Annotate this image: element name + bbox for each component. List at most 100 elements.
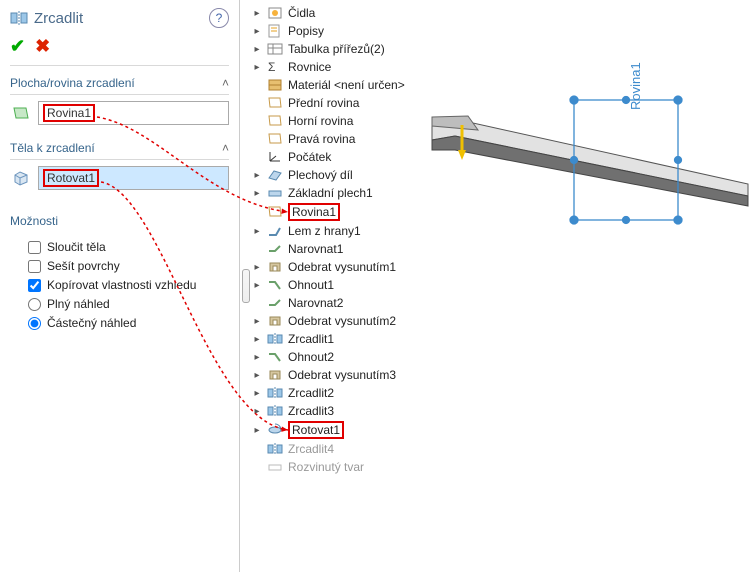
expand-icon[interactable]: ▸ [252, 44, 262, 55]
mirror-plane-value: Rovina1 [43, 104, 95, 122]
svg-text:Σ: Σ [268, 60, 275, 74]
tree-item[interactable]: ▸ Odebrat vysunutím3 [252, 366, 442, 384]
chevron-up-icon: ˄ [222, 76, 229, 90]
tree-item[interactable]: ▸ Σ Rovnice [252, 58, 442, 76]
tree-item[interactable]: ▸ Odebrat vysunutím1 [252, 258, 442, 276]
checkbox[interactable] [28, 279, 41, 292]
tree-item-label: Materiál <není určen> [288, 78, 405, 92]
merge-bodies-checkbox[interactable]: Sloučit těla [28, 240, 229, 254]
tree-item-label: Počátek [288, 150, 331, 164]
ok-button[interactable]: ✔ [10, 36, 25, 57]
edgeflange-icon [266, 223, 284, 239]
tree-item[interactable]: ▸ Tabulka přířezů(2) [252, 40, 442, 58]
expand-icon[interactable]: ▸ [252, 316, 262, 327]
plane-icon [266, 204, 284, 220]
tree-item[interactable]: Počátek [252, 148, 442, 166]
cancel-button[interactable]: ✖ [35, 36, 50, 57]
tree-item[interactable]: ▸ Odebrat vysunutím2 [252, 312, 442, 330]
tree-item[interactable]: ▸ Základní plech1 [252, 184, 442, 202]
tree-item[interactable]: ▸Popisy [252, 22, 442, 40]
tree-item[interactable]: Zrcadlit4 [252, 440, 442, 458]
tree-item[interactable]: Horní rovina [252, 112, 442, 130]
tree-item[interactable]: Pravá rovina [252, 130, 442, 148]
tree-item[interactable]: ▸Zrcadlit3 [252, 402, 442, 420]
plane-label: Rovina1 [628, 62, 643, 110]
expand-icon[interactable]: ▸ [252, 188, 262, 199]
tree-item-label: Zrcadlit2 [288, 386, 334, 400]
tree-item[interactable]: ▸ Čidla [252, 4, 442, 22]
tree-item[interactable]: Přední rovina [252, 94, 442, 112]
checkbox[interactable] [28, 241, 41, 254]
tree-item-label: Tabulka přířezů(2) [288, 42, 385, 56]
tree-item-label: Odebrat vysunutím1 [288, 260, 396, 274]
tree-item-label: Odebrat vysunutím2 [288, 314, 396, 328]
section-options: Možnosti [10, 200, 229, 232]
panel-resizer[interactable] [240, 0, 252, 572]
expand-icon[interactable]: ▸ [252, 170, 262, 181]
tree-item-label: Čidla [288, 6, 315, 20]
tree-item-label: Odebrat vysunutím3 [288, 368, 396, 382]
extrudecut-icon [266, 259, 284, 275]
tree-item[interactable]: ▸ Rotovat1 [252, 420, 442, 440]
mirror-plane-field-row: Rovina1 [10, 101, 229, 125]
tree-item-label: Základní plech1 [288, 186, 373, 200]
sensor-icon [266, 5, 284, 21]
tree-item[interactable]: ▸ Zrcadlit2 [252, 384, 442, 402]
equation-icon: Σ [266, 59, 284, 75]
expand-icon[interactable]: ▸ [252, 388, 262, 399]
expand-icon[interactable]: ▸ [252, 62, 262, 73]
tree-item[interactable]: ▸Plechový díl [252, 166, 442, 184]
checkbox[interactable] [28, 260, 41, 273]
unfold-icon [266, 241, 284, 257]
expand-icon[interactable]: ▸ [252, 334, 262, 345]
tree-item[interactable]: ▸ Zrcadlit1 [252, 330, 442, 348]
tree-item[interactable]: Narovnat1 [252, 240, 442, 258]
full-preview-radio[interactable]: Plný náhled [28, 297, 229, 311]
tree-item-label: Ohnout2 [288, 350, 334, 364]
expand-icon[interactable]: ▸ [252, 406, 262, 417]
copy-appearance-checkbox[interactable]: Kopírovat vlastnosti vzhledu [28, 278, 229, 292]
tree-item-label: Zrcadlit4 [288, 442, 334, 456]
mirror-plane-input[interactable]: Rovina1 [38, 101, 229, 125]
mirror-icon [266, 403, 284, 419]
property-panel: Zrcadlit ? ✔ ✖ Plocha/rovina zrcadlení ˄… [0, 0, 240, 572]
help-icon[interactable]: ? [209, 8, 229, 28]
tree-item[interactable]: Narovnat2 [252, 294, 442, 312]
cutlist-icon [266, 41, 284, 57]
tree-item[interactable]: ▸ Ohnout2 [252, 348, 442, 366]
fold-icon [266, 349, 284, 365]
feature-tree[interactable]: ▸Čidla▸Popisy▸Tabulka přířezů(2)▸ΣRovnic… [252, 0, 442, 572]
expand-icon[interactable]: ▸ [252, 226, 262, 237]
confirm-row: ✔ ✖ [10, 34, 229, 66]
expand-icon[interactable]: ▸ [252, 352, 262, 363]
section-mirror-plane[interactable]: Plocha/rovina zrcadlení ˄ [10, 70, 229, 95]
tree-item-label: Přední rovina [288, 96, 359, 110]
tree-item[interactable]: Rozvinutý tvar [252, 458, 442, 476]
section-bodies[interactable]: Těla k zrcadlení ˄ [10, 135, 229, 160]
note-icon [266, 23, 284, 39]
tree-item-label: Rotovat1 [288, 421, 344, 439]
material-icon [266, 77, 284, 93]
expand-icon[interactable]: ▸ [252, 425, 262, 436]
unfold-icon [266, 295, 284, 311]
expand-icon[interactable]: ▸ [252, 262, 262, 273]
tree-item[interactable]: Rovina1 [252, 202, 442, 222]
knit-surfaces-checkbox[interactable]: Sešít povrchy [28, 259, 229, 273]
tree-item[interactable]: Materiál <není určen> [252, 76, 442, 94]
tree-item-label: Rovnice [288, 60, 331, 74]
partial-preview-radio[interactable]: Částečný náhled [28, 316, 229, 330]
sheetmetal-icon [266, 167, 284, 183]
radio[interactable] [28, 298, 41, 311]
tree-item-label: Horní rovina [288, 114, 353, 128]
expand-icon[interactable]: ▸ [252, 26, 262, 37]
panel-titlebar: Zrcadlit ? [10, 8, 229, 28]
bodies-input[interactable]: Rotovat1 [38, 166, 229, 190]
tree-item[interactable]: ▸Lem z hrany1 [252, 222, 442, 240]
radio[interactable] [28, 317, 41, 330]
expand-icon[interactable]: ▸ [252, 280, 262, 291]
mirror-icon [10, 11, 28, 25]
expand-icon[interactable]: ▸ [252, 370, 262, 381]
tree-item-label: Zrcadlit1 [288, 332, 334, 346]
expand-icon[interactable]: ▸ [252, 8, 262, 19]
tree-item[interactable]: ▸Ohnout1 [252, 276, 442, 294]
